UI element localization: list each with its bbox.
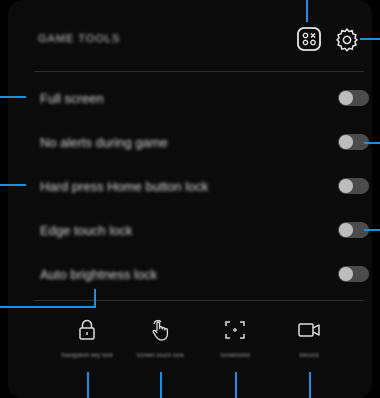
tool-label: Screen touch lock [136,353,184,359]
lock-icon [75,318,99,342]
tools-divider [34,300,364,301]
tool-record[interactable]: Record [274,318,344,378]
setting-label: Full screen [40,91,104,106]
header-divider [34,71,364,72]
callout-line-record [309,372,311,398]
auto-brightness-lock-toggle[interactable] [338,266,369,282]
callout-line-navigation-key-lock [87,372,89,398]
panel-title: GAME TOOLS [38,33,121,45]
game-launcher-icon[interactable] [296,26,322,52]
setting-row-full-screen[interactable]: Full screen [34,86,374,112]
callout-line-auto-brightness-vertical [94,289,96,307]
callout-line-full-screen [0,96,26,98]
setting-row-edge-touch-lock[interactable]: Edge touch lock [34,218,374,244]
toggle-knob [339,91,353,105]
callout-line-screenshot [235,372,237,398]
callout-line-settings [360,38,380,40]
callout-line-auto-brightness-horizontal [0,306,96,308]
callout-line-home-button-lock [0,184,26,186]
record-icon [297,318,321,342]
tool-navigation-key-lock[interactable]: Navigation key lock [52,318,122,378]
setting-row-home-button-lock[interactable]: Hard press Home button lock [34,174,374,200]
tool-label: Screenshot [219,353,251,359]
home-button-lock-toggle[interactable] [338,178,369,194]
touch-icon [148,318,172,342]
toggle-knob [339,135,353,149]
settings-gear-icon[interactable] [334,26,360,52]
tool-label: Navigation key lock [61,353,113,359]
setting-label: Hard press Home button lock [40,179,209,194]
toggle-knob [339,223,353,237]
setting-row-no-alerts[interactable]: No alerts during game [34,130,374,156]
tool-screenshot[interactable]: Screenshot [200,318,270,378]
callout-line-screen-touch-lock [160,372,162,398]
callout-line-game-launcher [306,0,308,22]
callout-line-edge-touch-lock [364,229,380,231]
screenshot-icon [223,318,247,342]
toggle-knob [339,267,353,281]
setting-label: Auto brightness lock [40,267,158,282]
setting-label: Edge touch lock [40,223,133,238]
game-tools-panel: GAME TOOLS Full screen No alerts during … [8,0,372,398]
setting-label: No alerts during game [40,135,168,150]
callout-line-no-alerts [364,142,380,144]
tool-label: Record [299,353,319,359]
full-screen-toggle[interactable] [338,90,369,106]
tool-screen-touch-lock[interactable]: Screen touch lock [125,318,195,378]
toggle-knob [339,179,353,193]
setting-row-auto-brightness-lock[interactable]: Auto brightness lock [34,262,374,288]
